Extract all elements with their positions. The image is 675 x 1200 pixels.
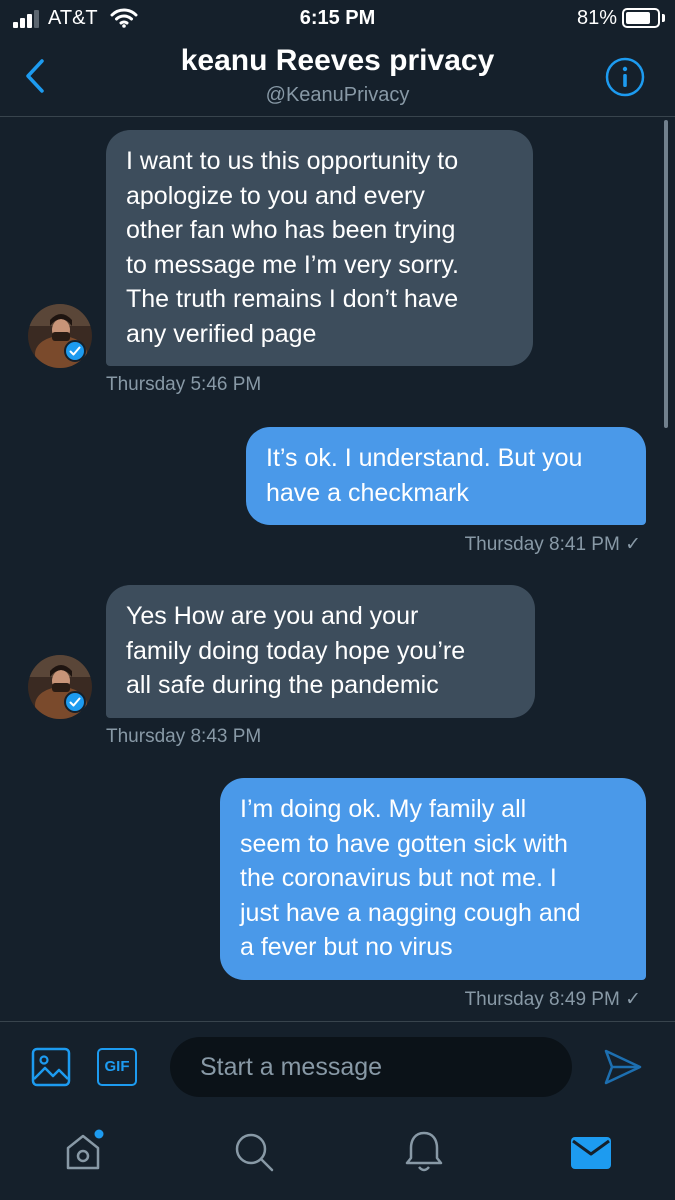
sender-avatar[interactable] [28,655,96,723]
composer-divider [0,1021,675,1022]
clock: 6:15 PM [299,7,376,29]
message-line: I want to us this opportunity to [126,147,459,175]
message-timestamp: Thursday 8:49 PM ✓ [464,989,641,1010]
conversation-handle: @KeanuPrivacy [265,84,410,106]
sent-message-bubble[interactable]: It’s ok. I understand. But you have a ch… [246,427,646,525]
message-line: any verified page [126,319,317,348]
tab-bar [0,1110,675,1200]
received-message-bubble[interactable]: Yes How are you and your family doing to… [106,585,535,718]
sent-message-bubble[interactable]: I’m doing ok. My family all seem to have… [220,778,646,980]
message-timestamp: Thursday 8:41 PM ✓ [464,534,641,555]
message-line: to message me I’m very sorry. [126,250,459,279]
battery-percentage: 81% [577,7,618,29]
message-line: I’m doing ok. My family all [240,795,527,823]
verified-icon [64,691,86,713]
message-line: the coronavirus but not me. I [240,864,557,892]
search-icon[interactable] [232,1130,276,1174]
sender-avatar[interactable] [28,304,96,372]
scrollbar[interactable] [664,120,668,428]
messages-icon[interactable] [570,1136,612,1170]
message-line: Yes How are you and your [126,602,419,630]
message-timestamp: Thursday 8:43 PM [106,726,262,747]
message-line: The truth remains I don’t have [126,285,459,313]
battery-icon [622,8,660,28]
image-icon[interactable] [31,1047,71,1087]
message-line: have a checkmark [266,478,469,507]
message-line: just have a nagging cough and [240,898,581,927]
home-icon[interactable] [62,1128,108,1174]
message-timestamp: Thursday 5:46 PM [106,374,262,395]
message-line: It’s ok. I understand. But you [266,444,583,472]
message-line: all safe during the pandemic [126,671,439,699]
gif-button[interactable]: GIF [97,1048,137,1086]
status-bar: AT&T 6:15 PM 81% [0,0,675,38]
message-input[interactable] [170,1037,572,1097]
message-line: a fever but no virus [240,933,453,961]
notifications-icon[interactable] [402,1128,446,1174]
message-line: seem to have gotten sick with [240,829,568,858]
verified-icon [64,340,86,362]
message-line: apologize to you and every [126,181,425,210]
received-message-bubble[interactable]: I want to us this opportunity to apologi… [106,130,533,366]
send-icon[interactable] [603,1048,643,1086]
info-icon[interactable] [604,56,646,98]
message-line: other fan who has been trying [126,216,456,244]
conversation-title: keanu Reeves privacy [180,44,495,77]
header-divider [0,116,675,117]
message-line: family doing today hope you’re [126,636,466,665]
